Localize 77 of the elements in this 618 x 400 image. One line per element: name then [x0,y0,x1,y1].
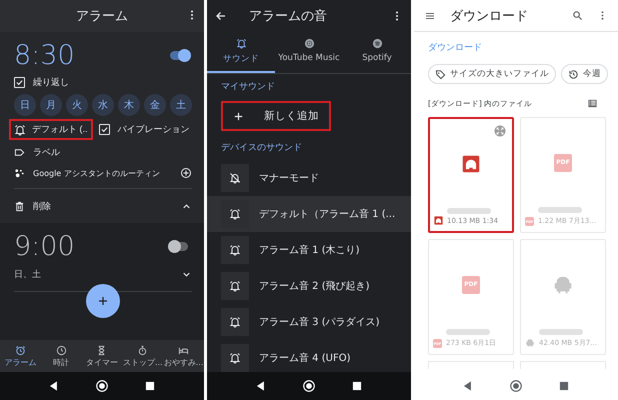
checkbox[interactable] [98,124,110,135]
bell-icon [236,38,246,49]
toggle-switch[interactable] [170,242,188,251]
tag-icon [435,68,446,80]
plus-icon [97,295,109,307]
clock-icon [56,344,67,356]
label-field[interactable]: ラベル [33,146,60,159]
screen-title: アラーム [76,8,128,25]
add-new-button[interactable]: 新しく追加 [223,103,329,129]
section-heading: デバイスのサウンド [220,142,303,155]
section-heading: マイサウンド [220,81,276,94]
search-icon[interactable] [572,10,583,21]
play-circle-icon [304,38,314,49]
bell-icon [221,272,249,300]
repeat-days-text: 日、土 [14,268,41,281]
day-toggle[interactable]: 火 [66,94,88,116]
sound-option[interactable]: アラーム音 3 (パラダイス) [207,304,411,340]
day-toggle[interactable]: 水 [92,94,114,116]
assistant-routine-label: Google アシスタントのルーティン [33,168,160,178]
home-button[interactable] [509,379,523,393]
filter-chip[interactable]: サイズの大きいファイル [428,64,556,84]
filter-chip[interactable]: 今週 [561,64,608,84]
checkbox[interactable] [14,77,25,88]
ringtone-button[interactable]: デフォルト (.. [11,121,90,138]
headphones-icon [434,216,443,225]
bottom-tab[interactable]: アラーム [0,340,41,372]
bell-icon [221,308,249,336]
bell-icon [221,236,249,264]
back-arrow-icon[interactable] [215,10,227,22]
bell-icon [221,344,249,372]
label-icon [14,147,25,158]
repeat-label: 繰り返し [33,76,69,89]
bell-icon [14,124,26,136]
alarm-time[interactable]: 8:30 [14,40,75,71]
trash-icon [14,201,25,212]
plus-icon [233,110,244,122]
recents-button[interactable] [557,379,571,393]
add-alarm-button[interactable] [86,284,120,318]
stopwatch-icon [137,344,148,356]
blurred-filename [539,329,583,335]
bottom-tab[interactable]: ストップ... [122,340,164,372]
screen-title: ダウンロード [450,8,528,24]
bottom-tab[interactable]: タイマー [82,340,122,372]
wave-circle-icon [372,38,382,49]
sound-option[interactable]: アラーム音 1 (木こり) [207,232,411,268]
source-tab[interactable]: Spotify [343,32,411,73]
sound-option[interactable]: デフォルト（アラーム音 1 (... [207,196,411,232]
dots-icon [14,168,25,178]
day-toggle[interactable]: 金 [144,94,166,116]
blurred-filename [538,207,582,213]
blurred-filename [447,208,491,214]
list-view-icon[interactable] [587,98,598,109]
blurred-filename [446,329,490,335]
day-toggle[interactable]: 月 [40,94,62,116]
day-toggle[interactable]: 木 [118,94,140,116]
toggle-switch[interactable] [170,51,188,60]
delete-label[interactable]: 削除 [33,200,51,213]
recents-button[interactable] [350,379,364,393]
screen-title: アラームの音 [249,8,327,25]
history-icon [568,68,579,80]
vibration-label: バイブレーション [118,124,190,136]
sound-option[interactable]: アラーム音 2 (飛び起き) [207,268,411,304]
muted-bell-icon [221,164,249,192]
sound-option[interactable]: マナーモード [207,160,411,196]
headphones-icon [462,154,480,172]
day-toggle[interactable]: 土 [170,94,192,116]
alarm-clock-icon [14,344,26,356]
recents-button[interactable] [143,379,157,393]
add-circle-icon[interactable] [180,167,192,179]
sound-option[interactable]: アラーム音 4 (UFO) [207,340,411,372]
bottom-tab[interactable]: 時計 [40,340,82,372]
source-tab[interactable]: サウンド [207,32,275,73]
source-tab[interactable]: YouTube Music [275,32,343,73]
day-toggle[interactable]: 日 [14,94,36,116]
bottom-tab[interactable]: おやすみ... [163,340,204,372]
hourglass-icon [96,344,108,356]
alarm-time[interactable]: 9:00 [14,231,75,262]
